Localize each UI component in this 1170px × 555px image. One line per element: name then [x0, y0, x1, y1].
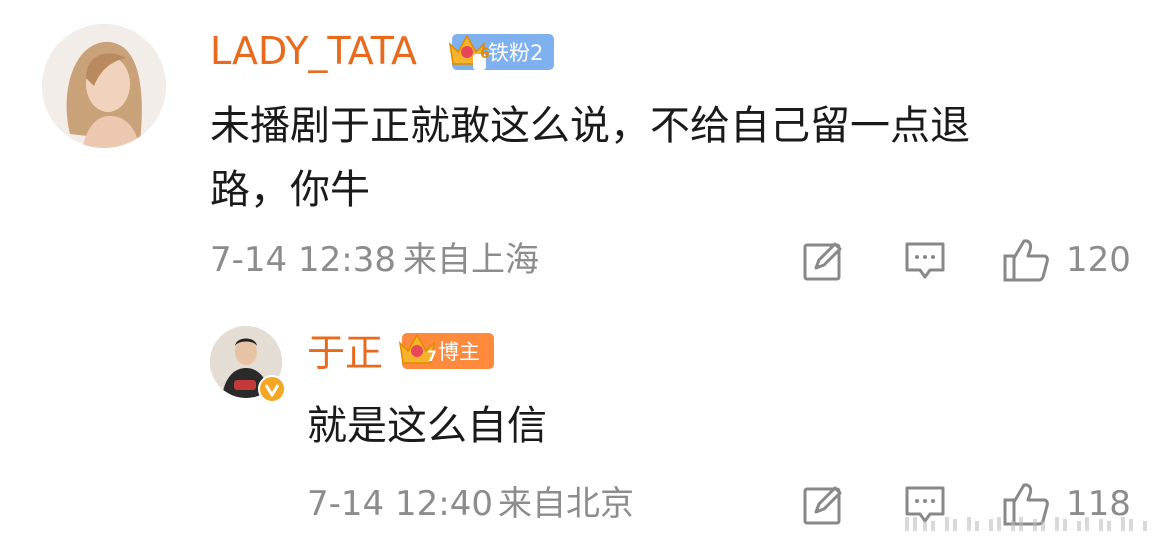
comment-avatar[interactable] — [42, 24, 166, 148]
reply-username[interactable]: 于正 — [307, 330, 383, 376]
reply-location: 来自北京 — [498, 484, 634, 524]
comment-date: 7-14 12:38 — [210, 240, 396, 280]
comment-username[interactable]: LADY_TATA — [210, 28, 417, 74]
share-button[interactable] — [802, 240, 844, 282]
comment-text-line-2: 路，你牛 — [210, 167, 370, 213]
host-badge-label: 博主 — [438, 340, 480, 364]
host-badge: 7 博主 — [398, 333, 494, 369]
fan-badge-label: 铁粉2 — [488, 41, 544, 65]
like-count: 120 — [1066, 240, 1131, 280]
share-icon — [803, 486, 842, 525]
comment-icon — [905, 242, 945, 279]
reply-share-button[interactable] — [802, 484, 844, 526]
reply-text: 就是这么自信 — [307, 403, 547, 449]
verified-badge — [258, 375, 286, 403]
like-icon — [1003, 239, 1049, 282]
comment-button[interactable] — [904, 240, 946, 282]
comment-location: 来自上海 — [403, 240, 539, 280]
share-icon — [803, 242, 842, 281]
fan-badge-level: 6 — [480, 46, 490, 62]
reply-date: 7-14 12:40 — [307, 484, 493, 524]
comment-text-line-1: 未播剧于正就敢这么说，不给自己留一点退 — [210, 103, 970, 149]
like-button[interactable]: 120 — [1002, 236, 1132, 284]
watermark — [905, 515, 1155, 533]
fan-badge: 6 铁粉2 — [448, 34, 554, 70]
verified-icon — [258, 375, 286, 403]
host-badge-level: 7 — [427, 349, 437, 365]
